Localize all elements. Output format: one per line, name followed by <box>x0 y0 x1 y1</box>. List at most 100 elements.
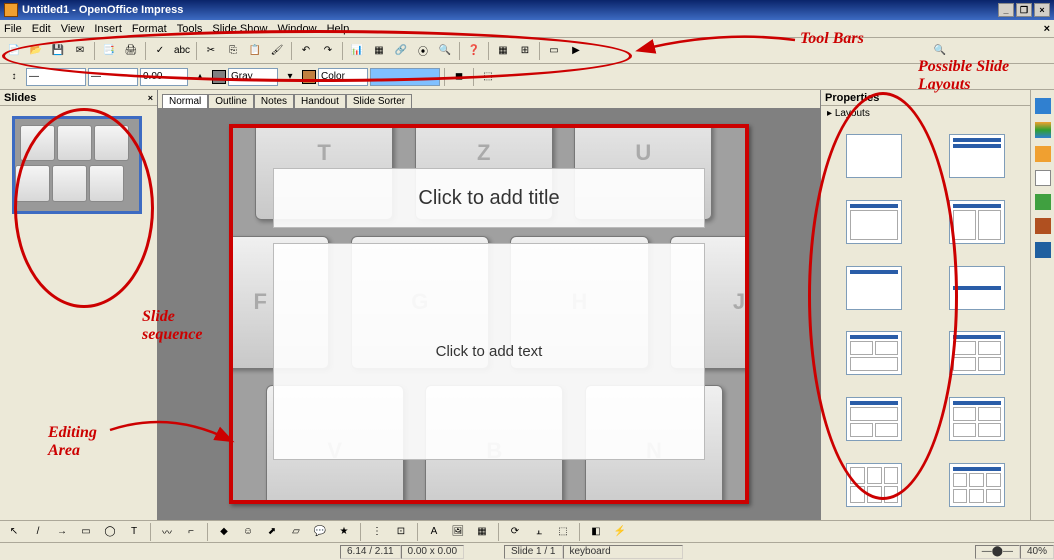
arrow-ends-combo[interactable]: — <box>88 68 138 86</box>
layouts-section-label[interactable]: ▸ Layouts <box>821 106 1030 121</box>
menu-view[interactable]: View <box>61 23 85 35</box>
line-color-swatch[interactable] <box>212 70 226 84</box>
email-icon[interactable]: ✉ <box>70 41 90 61</box>
layout-centered-title[interactable] <box>949 266 1005 310</box>
canvas-viewport[interactable]: T Z U F G H J V B N Click to add title C… <box>158 108 820 520</box>
line-color-up-icon[interactable]: ▴ <box>190 67 210 87</box>
slideshow-icon[interactable]: ▶ <box>566 41 586 61</box>
glue-icon[interactable]: ⊡ <box>391 522 411 542</box>
symbol-shapes-icon[interactable]: ☺ <box>238 522 258 542</box>
custom-animation-tab-icon[interactable] <box>1035 146 1051 162</box>
ellipse-icon[interactable]: ◯ <box>100 522 120 542</box>
arrange2-icon[interactable]: ⬚ <box>553 522 573 542</box>
basic-shapes-icon[interactable]: ◆ <box>214 522 234 542</box>
text-placeholder[interactable]: Click to add text <box>273 243 705 460</box>
align-icon[interactable]: ⫠ <box>529 522 549 542</box>
status-zoom-slider[interactable]: —⬤— <box>975 545 1020 559</box>
slides-panel-close-icon[interactable]: × <box>148 93 153 103</box>
connector-icon[interactable]: ⌐ <box>181 522 201 542</box>
tab-normal[interactable]: Normal <box>162 94 208 108</box>
doc-close-button[interactable]: × <box>1044 23 1050 35</box>
redo-icon[interactable]: ↷ <box>318 41 338 61</box>
tab-outline[interactable]: Outline <box>208 94 254 108</box>
minimize-button[interactable]: _ <box>998 3 1014 17</box>
tab-handout[interactable]: Handout <box>294 94 346 108</box>
extrusion-icon[interactable]: ◧ <box>586 522 606 542</box>
print-icon[interactable]: 🖨 <box>121 41 141 61</box>
restore-button[interactable]: ❐ <box>1016 3 1032 17</box>
line-color-combo[interactable]: Gray <box>228 68 278 86</box>
line-width-field[interactable]: 0.00 <box>140 68 188 86</box>
line-icon[interactable]: / <box>28 522 48 542</box>
layout-title-content[interactable] <box>846 200 902 244</box>
insert-icon[interactable]: ▦ <box>472 522 492 542</box>
autospell-icon[interactable]: abc <box>172 41 192 61</box>
navigator-tab-icon[interactable] <box>1035 242 1051 258</box>
layout-title-two-content[interactable] <box>949 200 1005 244</box>
menu-slideshow[interactable]: Slide Show <box>212 23 267 35</box>
hyperlink-icon[interactable]: 🔗 <box>391 41 411 61</box>
spellcheck-icon[interactable]: ✓ <box>150 41 170 61</box>
grid-icon[interactable]: ▦ <box>493 41 513 61</box>
rotate-icon[interactable]: ⟳ <box>505 522 525 542</box>
layout-content-over[interactable] <box>846 397 902 441</box>
display-grid-icon[interactable]: ⊞ <box>515 41 535 61</box>
menu-window[interactable]: Window <box>277 23 316 35</box>
format-paint-icon[interactable]: 🖌 <box>267 41 287 61</box>
properties-tab-icon[interactable] <box>1035 98 1051 114</box>
slide-canvas[interactable]: T Z U F G H J V B N Click to add title C… <box>229 124 749 504</box>
layout-two-content-a[interactable] <box>846 331 902 375</box>
master-pages-tab-icon[interactable] <box>1035 122 1051 138</box>
new-icon[interactable]: 📄 <box>4 41 24 61</box>
rect-icon[interactable]: ▭ <box>76 522 96 542</box>
slide-transition-tab-icon[interactable] <box>1035 170 1051 186</box>
cut-icon[interactable]: ✂ <box>201 41 221 61</box>
layout-blank[interactable] <box>846 134 902 178</box>
pdf-icon[interactable]: 📑 <box>99 41 119 61</box>
slide-thumbnail-1[interactable] <box>12 116 142 214</box>
find-icon[interactable]: 🔍 <box>930 41 950 61</box>
fill-color-swatch[interactable] <box>302 70 316 84</box>
menu-help[interactable]: Help <box>327 23 350 35</box>
fill-type-combo[interactable]: Color <box>318 68 368 86</box>
slide-icon[interactable]: ▭ <box>544 41 564 61</box>
layout-six-b[interactable] <box>949 463 1005 507</box>
from-file-icon[interactable]: 🖼 <box>448 522 468 542</box>
layout-title[interactable] <box>949 134 1005 178</box>
points-icon[interactable]: ⋮ <box>367 522 387 542</box>
tab-notes[interactable]: Notes <box>254 94 294 108</box>
shadow-icon[interactable]: ◼ <box>449 67 469 87</box>
arrow-line-icon[interactable]: → <box>52 522 72 542</box>
layout-four-content[interactable] <box>949 397 1005 441</box>
layout-six-a[interactable] <box>846 463 902 507</box>
menu-format[interactable]: Format <box>132 23 167 35</box>
arrow-icon[interactable]: ↕ <box>4 67 24 87</box>
curve-icon[interactable]: 〰 <box>157 522 177 542</box>
menu-insert[interactable]: Insert <box>94 23 122 35</box>
stars-icon[interactable]: ★ <box>334 522 354 542</box>
gallery-tab-icon[interactable] <box>1035 218 1051 234</box>
navigator-icon[interactable]: ⦿ <box>413 41 433 61</box>
select-icon[interactable]: ↖ <box>4 522 24 542</box>
block-arrows-icon[interactable]: ⬈ <box>262 522 282 542</box>
layout-two-content-b[interactable] <box>949 331 1005 375</box>
help-icon[interactable]: ❓ <box>464 41 484 61</box>
menu-file[interactable]: File <box>4 23 22 35</box>
open-icon[interactable]: 📂 <box>26 41 46 61</box>
fill-dropdown-icon[interactable]: ▾ <box>280 67 300 87</box>
text-icon[interactable]: T <box>124 522 144 542</box>
styles-tab-icon[interactable] <box>1035 194 1051 210</box>
interaction-icon[interactable]: ⚡ <box>610 522 630 542</box>
close-button[interactable]: × <box>1034 3 1050 17</box>
table-icon[interactable]: ▦ <box>369 41 389 61</box>
copy-icon[interactable]: ⎘ <box>223 41 243 61</box>
chart-icon[interactable]: 📊 <box>347 41 367 61</box>
callouts-icon[interactable]: 💬 <box>310 522 330 542</box>
title-placeholder[interactable]: Click to add title <box>273 168 705 228</box>
layout-title-only[interactable] <box>846 266 902 310</box>
fontwork-icon[interactable]: A <box>424 522 444 542</box>
menu-tools[interactable]: Tools <box>177 23 203 35</box>
zoom-icon[interactable]: 🔍 <box>435 41 455 61</box>
undo-icon[interactable]: ↶ <box>296 41 316 61</box>
save-icon[interactable]: 💾 <box>48 41 68 61</box>
